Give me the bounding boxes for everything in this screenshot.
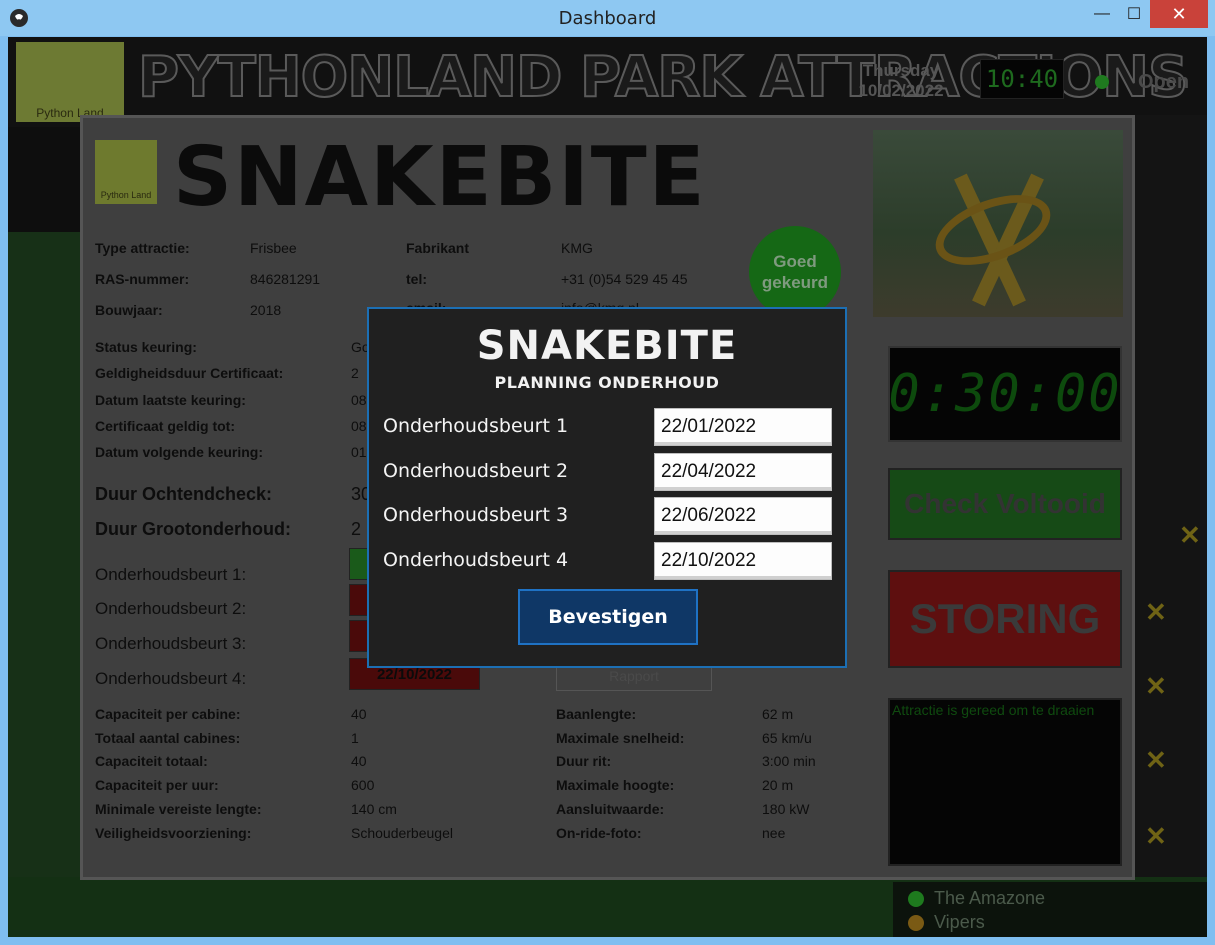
inspection-badge: Goed gekeurd: [749, 226, 841, 318]
info-label: Bouwjaar:: [95, 302, 163, 318]
spec-label: Minimale vereiste lengte:: [95, 801, 262, 817]
maintenance-4-label: Onderhoudsbeurt 4: [383, 549, 569, 571]
spec-value: 40: [351, 706, 367, 722]
list-item[interactable]: Vipers: [908, 912, 985, 933]
park-clock: 10:40: [980, 59, 1064, 99]
park-status-dot: [1095, 75, 1109, 89]
park-map: [8, 232, 83, 937]
spec-label: Maximale snelheid:: [556, 730, 685, 746]
maintenance-1-label: Onderhoudsbeurt 1: [383, 415, 569, 437]
dashboard-header: Python Land PYTHONLAND PARK ATTRACTIONS …: [8, 37, 1207, 127]
spec-value: 600: [351, 777, 375, 793]
status-dot-icon: [908, 890, 924, 907]
duration-label: Duur Ochtendcheck:: [95, 484, 273, 504]
spec-value: 140 cm: [351, 801, 397, 817]
check-complete-button[interactable]: Check Voltooid: [888, 468, 1122, 540]
close-x-icon[interactable]: ✕: [1179, 520, 1201, 551]
info-label: RAS-nummer:: [95, 271, 190, 287]
info-value: 846281291: [250, 271, 321, 287]
spec-label: Capaciteit totaal:: [95, 753, 208, 769]
spec-label: Aansluitwaarde:: [556, 801, 665, 817]
spec-value: 180 kW: [762, 801, 810, 817]
close-x-icon[interactable]: ✕: [1145, 597, 1167, 628]
badge-line-2: gekeurd: [761, 273, 829, 292]
spec-label: Maximale hoogte:: [556, 777, 675, 793]
current-date: Thursday 10/02/2022: [856, 61, 946, 101]
inspection-label: Datum laatste keuring:: [95, 392, 246, 408]
spec-value: 3:00 min: [762, 753, 816, 769]
confirm-button[interactable]: Bevestigen: [518, 589, 698, 645]
maintenance-label: Onderhoudsbeurt 3:: [95, 634, 247, 653]
inspection-value: 01: [351, 444, 367, 460]
spec-value: 40: [351, 753, 367, 769]
window-title: Dashboard: [558, 8, 657, 29]
inspection-label: Geldigheidsduur Certificaat:: [95, 365, 284, 381]
panel-logo: Python Land: [95, 140, 157, 204]
park-status-label: Open: [1138, 71, 1190, 93]
attraction-photo: [873, 130, 1123, 317]
current-date-label: 10/02/2022: [858, 81, 944, 100]
attraction-list-background: ✕ ✕ ✕ ✕ ✕: [1133, 115, 1207, 895]
maintenance-3-date-input[interactable]: [654, 497, 832, 535]
info-value: Frisbee: [250, 240, 297, 256]
current-day-label: Thursday: [862, 61, 940, 80]
spec-label: Capaciteit per uur:: [95, 777, 219, 793]
status-dot-icon: [908, 914, 924, 931]
attraction-list: The Amazone Vipers: [893, 882, 1207, 937]
spec-value: Schouderbeugel: [351, 825, 453, 841]
inspection-value: 08: [351, 418, 367, 434]
spec-label: Veiligheidsvoorziening:: [95, 825, 252, 841]
panel-logo-text: Python Land: [100, 190, 152, 200]
badge-line-1: Goed: [773, 252, 817, 271]
dialog-title: SNAKEBITE: [476, 323, 738, 369]
maintenance-4-date-input[interactable]: [654, 542, 832, 580]
maintenance-planning-dialog: SNAKEBITE PLANNING ONDERHOUD Onderhoudsb…: [367, 307, 847, 668]
maintenance-1-date-input[interactable]: [654, 408, 832, 446]
info-label: Type attractie:: [95, 240, 190, 256]
maintenance-3-label: Onderhoudsbeurt 3: [383, 504, 569, 526]
spec-label: Baanlengte:: [556, 706, 637, 722]
maintenance-label: Onderhoudsbeurt 4:: [95, 669, 247, 688]
info-value: KMG: [561, 240, 593, 256]
spec-value: 65 km/u: [762, 730, 812, 746]
spec-value: 20 m: [762, 777, 794, 793]
app-client-area: Python Land PYTHONLAND PARK ATTRACTIONS …: [8, 37, 1207, 937]
attraction-title: SNAKEBITE: [173, 130, 707, 225]
info-label: Fabrikant: [406, 240, 470, 256]
inspection-label: Certificaat geldig tot:: [95, 418, 236, 434]
inspection-value: 2: [351, 365, 359, 381]
close-x-icon[interactable]: ✕: [1145, 671, 1167, 702]
duration-value: 2: [351, 519, 362, 539]
maintenance-2-label: Onderhoudsbeurt 2: [383, 460, 569, 482]
close-x-icon[interactable]: ✕: [1145, 745, 1167, 776]
close-x-icon[interactable]: ✕: [1145, 821, 1167, 852]
malfunction-button[interactable]: STORING: [888, 570, 1122, 668]
dialog-subtitle: PLANNING ONDERHOUD: [494, 373, 720, 392]
spec-label: On-ride-foto:: [556, 825, 642, 841]
spec-value: 1: [351, 730, 359, 746]
maintenance-label: Onderhoudsbeurt 1:: [95, 565, 247, 584]
maintenance-label: Onderhoudsbeurt 2:: [95, 599, 247, 618]
inspection-label: Datum volgende keuring:: [95, 444, 264, 460]
info-value: +31 (0)54 529 45 45: [561, 271, 688, 287]
maintenance-2-date-input[interactable]: [654, 453, 832, 491]
spec-value: nee: [762, 825, 786, 841]
list-item[interactable]: The Amazone: [908, 888, 1045, 909]
spec-label: Totaal aantal cabines:: [95, 730, 241, 746]
spec-value: 62 m: [762, 706, 794, 722]
status-log: Attractie is gereed om te draaien: [888, 698, 1122, 866]
attraction-name: The Amazone: [934, 888, 1046, 908]
spec-label: Duur rit:: [556, 753, 612, 769]
attraction-name: Vipers: [934, 912, 985, 932]
info-label: tel:: [406, 271, 427, 287]
ride-timer: 0:30:00: [888, 346, 1122, 442]
duration-label: Duur Grootonderhoud:: [95, 519, 291, 539]
inspection-value: 08: [351, 392, 367, 408]
close-button[interactable]: ✕: [1150, 0, 1208, 28]
inspection-label: Status keuring:: [95, 339, 197, 355]
park-logo: Python Land: [16, 42, 124, 122]
spec-label: Capaciteit per cabine:: [95, 706, 241, 722]
window-titlebar: Dashboard — ☐ ✕: [0, 0, 1215, 36]
info-value: 2018: [250, 302, 282, 318]
